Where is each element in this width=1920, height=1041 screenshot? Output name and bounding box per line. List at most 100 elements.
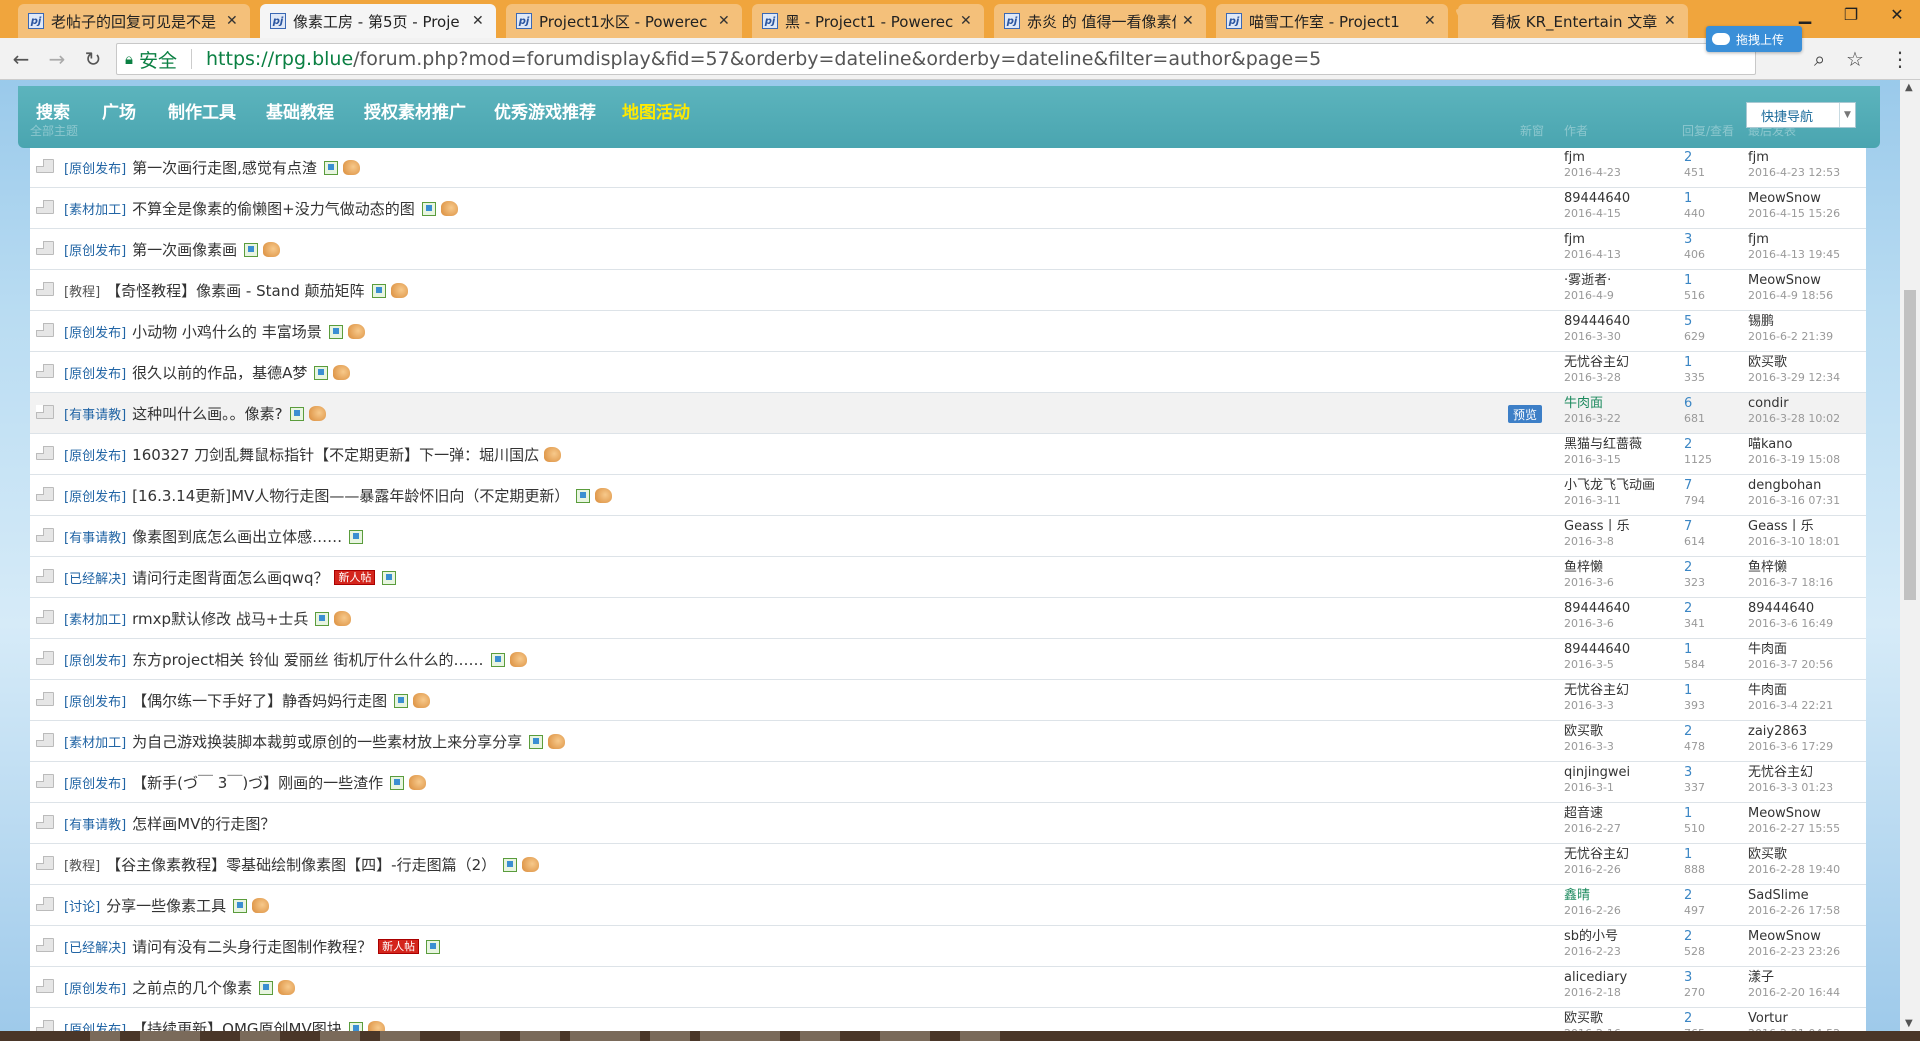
folder-icon[interactable] bbox=[36, 282, 54, 296]
author-name[interactable]: 鑫晴 bbox=[1564, 888, 1621, 903]
last-post-time[interactable]: 2016-3-28 10:02 bbox=[1748, 411, 1840, 426]
last-post-time[interactable]: 2016-4-15 15:26 bbox=[1748, 206, 1840, 221]
thread-subject-link[interactable]: 【新手(づ￣ 3￣)づ】刚画的一些渣作 bbox=[132, 772, 383, 793]
last-post-time[interactable]: 2016-2-27 15:55 bbox=[1748, 821, 1840, 836]
thread-subject-link[interactable]: 第一次画行走图,感觉有点渣 bbox=[132, 157, 317, 178]
last-post-user[interactable]: SadSlime bbox=[1748, 888, 1840, 903]
reply-count[interactable]: 1 bbox=[1684, 642, 1705, 657]
close-tab-icon[interactable]: ✕ bbox=[960, 13, 974, 29]
taskbar-app-icon[interactable] bbox=[90, 1031, 120, 1041]
folder-icon[interactable] bbox=[36, 569, 54, 583]
thread-type-link[interactable]: [有事请教] bbox=[64, 527, 126, 546]
folder-icon[interactable] bbox=[36, 241, 54, 255]
thread-type-link[interactable]: [有事请教] bbox=[64, 814, 126, 833]
taskbar-app-icon[interactable] bbox=[650, 1031, 690, 1041]
last-post-user[interactable]: 喵kano bbox=[1748, 437, 1840, 452]
folder-icon[interactable] bbox=[36, 446, 54, 460]
last-post-user[interactable]: 欧买歌 bbox=[1748, 355, 1840, 370]
author-name[interactable]: alicediary bbox=[1564, 970, 1627, 985]
reply-count[interactable]: 2 bbox=[1684, 601, 1705, 616]
nav-item-recommended-games[interactable]: 优秀游戏推荐 bbox=[494, 98, 596, 123]
reply-count[interactable]: 2 bbox=[1684, 724, 1705, 739]
thread-type-link[interactable]: [原创发布] bbox=[64, 978, 126, 997]
nav-item-plaza[interactable]: 广场 bbox=[102, 98, 136, 123]
thread-subject-link[interactable]: 小动物 小鸡什么的 丰富场景 bbox=[132, 321, 322, 342]
taskbar-app-icon[interactable] bbox=[570, 1031, 640, 1041]
taskbar-app-icon[interactable] bbox=[240, 1031, 280, 1041]
thread-type-link[interactable]: [原创发布] bbox=[64, 322, 126, 341]
folder-icon[interactable] bbox=[36, 487, 54, 501]
thread-type-link[interactable]: [原创发布] bbox=[64, 773, 126, 792]
author-name[interactable]: 无忧谷主幻 bbox=[1564, 847, 1629, 862]
author-name[interactable]: 黑猫与红蔷薇 bbox=[1564, 437, 1642, 452]
author-name[interactable]: fjm bbox=[1564, 232, 1621, 247]
close-tab-icon[interactable]: ✕ bbox=[1424, 13, 1438, 29]
author-name[interactable]: 欧买歌 bbox=[1564, 724, 1614, 739]
thread-type-link[interactable]: [教程] bbox=[64, 855, 100, 874]
scroll-down-icon[interactable]: ▼ bbox=[1905, 1018, 1913, 1029]
thread-subject-link[interactable]: 怎样画MV的行走图？ bbox=[132, 813, 275, 834]
last-post-user[interactable]: 牛肉面 bbox=[1748, 642, 1833, 657]
folder-icon[interactable] bbox=[36, 610, 54, 624]
last-post-time[interactable]: 2016-3-29 12:34 bbox=[1748, 370, 1840, 385]
thread-type-link[interactable]: [原创发布] bbox=[64, 650, 126, 669]
last-post-time[interactable]: 2016-2-28 19:40 bbox=[1748, 862, 1840, 877]
last-post-user[interactable]: MeowSnow bbox=[1748, 273, 1833, 288]
scroll-up-icon[interactable]: ▲ bbox=[1905, 82, 1913, 93]
back-icon[interactable]: ← bbox=[8, 46, 34, 72]
thread-type-link[interactable]: [原创发布] bbox=[64, 363, 126, 382]
reply-count[interactable]: 3 bbox=[1684, 970, 1705, 985]
last-post-user[interactable]: fjm bbox=[1748, 150, 1840, 165]
folder-icon[interactable] bbox=[36, 323, 54, 337]
scrollbar[interactable]: ▲ ▼ bbox=[1900, 80, 1920, 1031]
thread-type-link[interactable]: [素材加工] bbox=[64, 609, 126, 628]
last-post-time[interactable]: 2016-2-23 23:26 bbox=[1748, 944, 1840, 959]
folder-icon[interactable] bbox=[36, 1020, 54, 1031]
folder-icon[interactable] bbox=[36, 200, 54, 214]
folder-icon[interactable] bbox=[36, 897, 54, 911]
nav-item-map-event[interactable]: 地图活动 bbox=[622, 98, 690, 123]
last-post-user[interactable]: 牛肉面 bbox=[1748, 683, 1833, 698]
reply-count[interactable]: 5 bbox=[1684, 314, 1705, 329]
last-post-user[interactable]: 漾子 bbox=[1748, 970, 1840, 985]
scrollbar-thumb[interactable] bbox=[1904, 290, 1916, 600]
minimize-icon[interactable]: ▁ bbox=[1782, 0, 1828, 28]
tab-0[interactable]: pj 老帖子的回复可见是不是 ✕ bbox=[18, 4, 250, 38]
last-post-time[interactable]: 2016-3-19 15:08 bbox=[1748, 452, 1840, 467]
thread-subject-link[interactable]: 第一次画像素画 bbox=[132, 239, 237, 260]
author-name[interactable]: 无忧谷主幻 bbox=[1564, 355, 1629, 370]
reply-count[interactable]: 1 bbox=[1684, 806, 1705, 821]
thread-subject-link[interactable]: 为自己游戏换装脚本裁剪或原创的一些素材放上来分享分享 bbox=[132, 731, 522, 752]
last-post-user[interactable]: 欧买歌 bbox=[1748, 847, 1840, 862]
last-post-time[interactable]: 2016-3-4 22:21 bbox=[1748, 698, 1833, 713]
reply-count[interactable]: 2 bbox=[1684, 929, 1705, 944]
thread-type-link[interactable]: [已经解决] bbox=[64, 937, 126, 956]
last-post-user[interactable]: MeowSnow bbox=[1748, 806, 1840, 821]
thread-type-link[interactable]: [已经解决] bbox=[64, 568, 126, 587]
author-name[interactable]: 超音速 bbox=[1564, 806, 1621, 821]
last-post-time[interactable]: 2016-6-2 21:39 bbox=[1748, 329, 1833, 344]
close-tab-icon[interactable]: ✕ bbox=[226, 13, 240, 29]
last-post-time[interactable]: 2016-3-10 18:01 bbox=[1748, 534, 1840, 549]
taskbar-app-icon[interactable] bbox=[800, 1031, 840, 1041]
close-tab-icon[interactable]: ✕ bbox=[472, 13, 486, 29]
reply-count[interactable]: 1 bbox=[1684, 683, 1705, 698]
thread-subject-link[interactable]: 很久以前的作品，基德A梦 bbox=[132, 362, 307, 383]
close-tab-icon[interactable]: ✕ bbox=[1664, 13, 1678, 29]
author-name[interactable]: 鱼梓懒 bbox=[1564, 560, 1614, 575]
author-name[interactable]: 89444640 bbox=[1564, 314, 1630, 329]
author-name[interactable]: qinjingwei bbox=[1564, 765, 1630, 780]
thread-type-link[interactable]: [有事请教] bbox=[64, 404, 126, 423]
folder-icon[interactable] bbox=[36, 774, 54, 788]
nav-item-tutorials[interactable]: 基础教程 bbox=[266, 98, 334, 123]
author-name[interactable]: fjm bbox=[1564, 150, 1621, 165]
tab-6[interactable]: ≡看板 KR_Entertain 文章✕ bbox=[1458, 4, 1688, 38]
thread-subject-link[interactable]: 【谷主像素教程】零基础绘制像素图【四】-行走图篇（2） bbox=[106, 854, 496, 875]
thread-subject-link[interactable]: rmxp默认修改 战马+士兵 bbox=[132, 608, 308, 629]
thread-subject-link[interactable]: 分享一些像素工具 bbox=[106, 895, 226, 916]
reply-count[interactable]: 2 bbox=[1684, 150, 1705, 165]
last-post-user[interactable]: zaiy2863 bbox=[1748, 724, 1833, 739]
taskbar-app-icon[interactable] bbox=[460, 1031, 500, 1041]
taskbar-app-icon[interactable] bbox=[700, 1031, 740, 1041]
last-post-time[interactable]: 2016-3-7 18:16 bbox=[1748, 575, 1833, 590]
